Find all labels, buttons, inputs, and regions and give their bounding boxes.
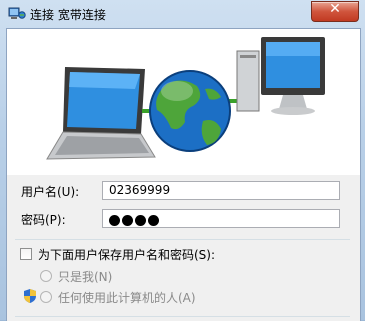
username-input[interactable]: 02369999 xyxy=(102,181,340,200)
dialog-window: 连接 宽带连接 ✕ 用户名(U): 02369999 密码(P): 为下面用户保… xyxy=(0,0,365,321)
password-dot xyxy=(148,215,159,226)
only-me-radio[interactable] xyxy=(40,270,52,282)
divider xyxy=(15,239,350,240)
uac-shield-icon xyxy=(24,289,36,303)
save-credentials-label: 为下面用户保存用户名和密码(S): xyxy=(38,248,216,262)
laptop-icon xyxy=(46,67,156,160)
password-dot xyxy=(109,215,120,226)
password-dot xyxy=(122,215,133,226)
password-input[interactable] xyxy=(102,209,340,228)
password-mask xyxy=(109,213,161,227)
dialog-client-area: 用户名(U): 02369999 密码(P): 为下面用户保存用户名和密码(S)… xyxy=(6,28,361,321)
divider-bottom xyxy=(15,316,350,317)
anyone-label: 任何使用此计算机的人(A) xyxy=(58,291,196,305)
globe-icon xyxy=(149,70,231,152)
connection-illustration xyxy=(46,37,325,160)
save-credentials-checkbox[interactable] xyxy=(20,248,32,260)
username-label: 用户名(U): xyxy=(21,185,80,199)
title-bar[interactable]: 连接 宽带连接 ✕ xyxy=(0,0,365,28)
connection-banner xyxy=(7,29,360,175)
password-dot xyxy=(135,215,146,226)
anyone-radio[interactable] xyxy=(40,291,52,303)
close-icon: ✕ xyxy=(329,1,341,17)
only-me-label: 只是我(N) xyxy=(58,270,113,284)
password-label: 密码(P): xyxy=(21,213,66,227)
network-connection-icon xyxy=(8,7,26,19)
desktop-computer-icon xyxy=(236,37,325,115)
close-button[interactable]: ✕ xyxy=(311,1,359,22)
window-title: 连接 宽带连接 xyxy=(30,8,106,22)
